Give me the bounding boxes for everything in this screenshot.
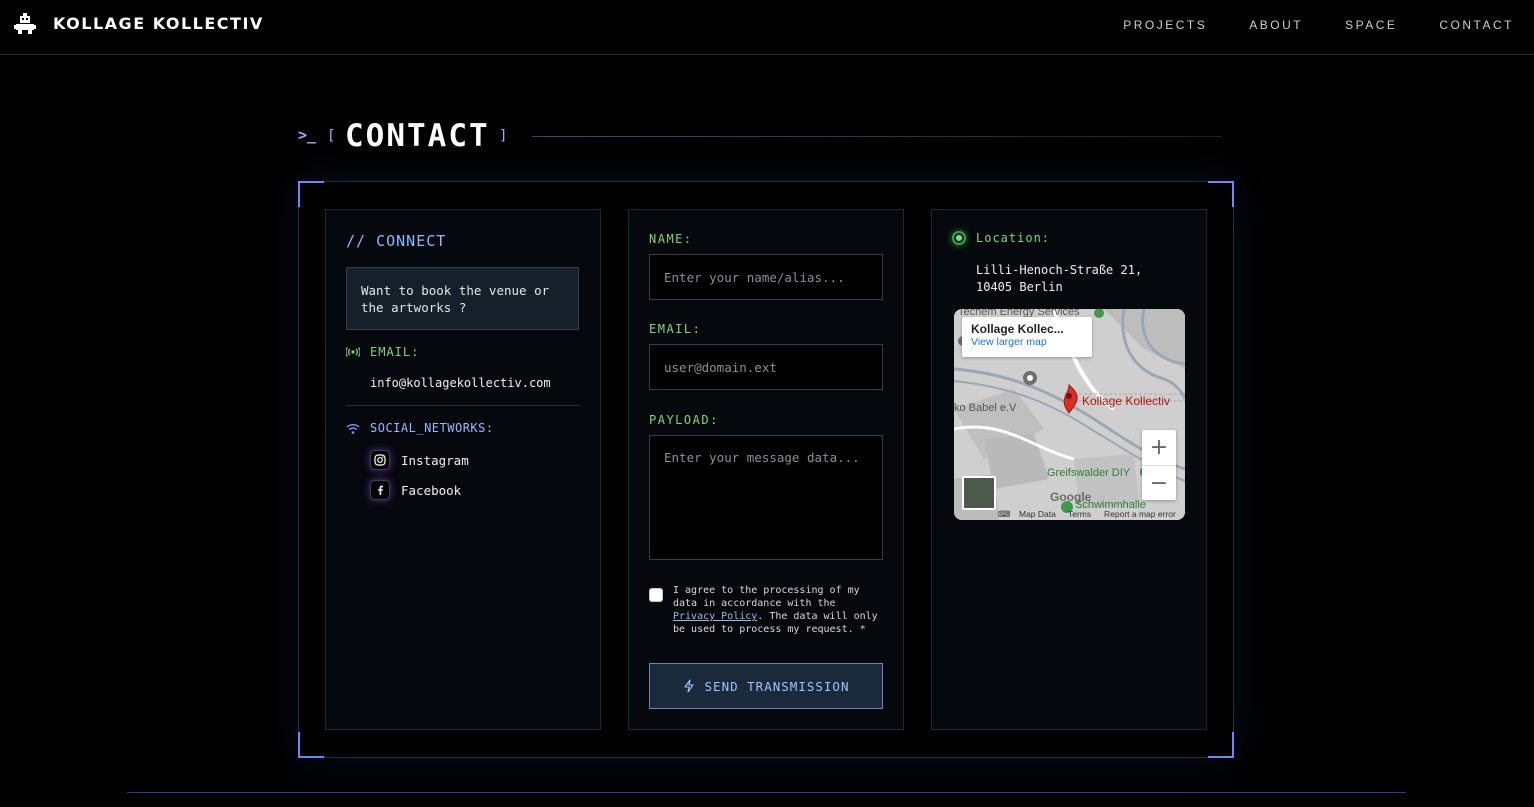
keyboard-icon[interactable]: ⌨ (998, 509, 1010, 520)
lightning-icon (683, 679, 694, 693)
frame-corner (1208, 181, 1234, 207)
site-header: KOLLAGE KOLLECTIV PROJECTS ABOUT SPACE C… (0, 0, 1534, 55)
nav-projects[interactable]: PROJECTS (1123, 18, 1207, 32)
map-poi-label: Greifswalder DIY (1047, 467, 1131, 479)
social-name: Instagram (401, 452, 469, 468)
message-textarea[interactable] (649, 435, 883, 560)
logo-wordmark[interactable]: KOLLAGE KOLLECTIV (53, 14, 264, 33)
nav-contact[interactable]: CONTACT (1439, 18, 1514, 32)
name-input[interactable] (649, 254, 883, 300)
terminal-prompt-icon: >_ (298, 126, 317, 144)
facebook-icon (370, 480, 390, 500)
location-panel: Location: Lilli-Henoch-Straße 21, 10405 … (931, 209, 1207, 730)
embedded-map[interactable]: Techem Energy Services ko Babel e.V Grei… (954, 309, 1185, 520)
broadcast-icon (346, 347, 360, 357)
email-input[interactable] (649, 344, 883, 390)
frame-corner (298, 732, 324, 758)
send-button[interactable]: SEND TRANSMISSION (649, 663, 883, 709)
nav-about[interactable]: ABOUT (1249, 18, 1303, 32)
social-link-instagram[interactable]: Instagram (370, 450, 469, 470)
title-divider (532, 136, 1222, 137)
frame-corner (1208, 732, 1234, 758)
bracket-open: [ (327, 128, 336, 144)
location-label-row: Location: (952, 231, 1050, 245)
instagram-icon (370, 450, 390, 470)
social-link-facebook[interactable]: Facebook (370, 480, 461, 500)
zoom-out-button[interactable]: − (1142, 466, 1176, 501)
google-logo: Google (1050, 490, 1092, 504)
social-label-row: SOCIAL_NETWORKS: (346, 421, 494, 435)
map-footer: ⌨ Map Data Terms Report a map error (954, 508, 1185, 520)
location-label: Location: (976, 231, 1051, 245)
privacy-checkbox[interactable] (649, 588, 663, 602)
address: Lilli-Henoch-Straße 21, 10405 Berlin (976, 262, 1142, 296)
zoom-in-button[interactable]: + (1142, 430, 1176, 465)
social-name: Facebook (401, 482, 462, 498)
map-pin-label: Kollage Kollectiv (1082, 394, 1171, 408)
map-info-card: Kollage Kollec... View larger map (962, 317, 1092, 357)
email-label: EMAIL: (649, 322, 702, 336)
map-zoom-controls: + − (1142, 430, 1176, 500)
robot-logo-icon[interactable] (14, 13, 36, 37)
social-label: SOCIAL_NETWORKS: (370, 421, 494, 435)
connect-panel: // CONNECT Want to book the venue or the… (325, 209, 601, 730)
email-label-row: EMAIL: (346, 345, 419, 359)
view-larger-map-link[interactable]: View larger map (971, 336, 1083, 348)
send-button-label: SEND TRANSMISSION (704, 678, 850, 694)
privacy-policy-link[interactable]: Privacy Policy (673, 611, 757, 622)
map-card-title: Kollage Kollec... (971, 322, 1064, 336)
nav-space[interactable]: SPACE (1345, 18, 1397, 32)
address-street: Lilli-Henoch-Straße 21, (976, 263, 1143, 277)
frame-corner (298, 181, 324, 207)
map-data-link[interactable]: Map Data (1019, 509, 1056, 519)
privacy-consent-text: I agree to the processing of my data in … (673, 584, 878, 636)
footer-divider (127, 792, 1406, 793)
satellite-toggle[interactable] (962, 476, 996, 510)
location-dot-icon (952, 231, 966, 245)
terms-link[interactable]: Terms (1068, 509, 1091, 519)
divider (346, 405, 580, 406)
email-label: EMAIL: (370, 345, 420, 359)
email-link[interactable]: info@kollagekollectiv.com (370, 376, 551, 390)
connect-title: // CONNECT (346, 232, 447, 250)
page-title: CONTACT (345, 118, 490, 154)
contact-frame: // CONNECT Want to book the venue or the… (298, 181, 1234, 758)
main-nav: PROJECTS ABOUT SPACE CONTACT (1123, 18, 1514, 32)
booking-note: Want to book the venue or the artworks ? (346, 267, 579, 330)
section-heading: >_ [ CONTACT ] (298, 118, 1228, 158)
message-label: PAYLOAD: (649, 413, 719, 427)
bracket-close: ] (499, 128, 508, 144)
consent-text-start: I agree to the processing of my data in … (673, 585, 860, 609)
name-label: NAME: (649, 232, 693, 246)
wifi-icon (346, 423, 360, 434)
contact-form-panel: NAME: EMAIL: PAYLOAD: I agree to the pro… (628, 209, 904, 730)
address-city: 10405 Berlin (976, 280, 1063, 294)
map-poi-label: ko Babel e.V (954, 402, 1017, 414)
report-map-error-link[interactable]: Report a map error (1104, 509, 1176, 519)
